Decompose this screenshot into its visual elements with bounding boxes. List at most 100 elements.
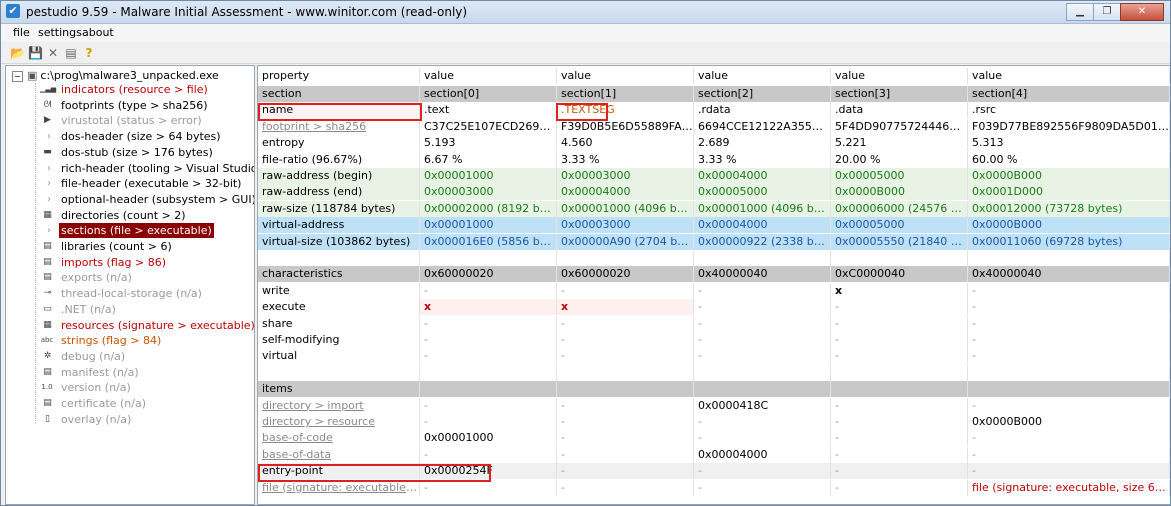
table-row[interactable]: entry-point 0x0000254F - - - - [258, 463, 1170, 480]
tree-item-label: dos-header (size > 64 bytes) [61, 130, 221, 144]
tree-item-label: dos-stub (size > 176 bytes) [61, 145, 213, 159]
value-cell: x [831, 282, 968, 299]
help-icon[interactable]: ? [82, 46, 96, 60]
value-cell: 0x00004000 [557, 184, 694, 201]
maximize-button[interactable]: ❐ [1093, 3, 1121, 21]
value-cell: - [420, 348, 557, 365]
table-row[interactable]: section section[0] section[1] section[2] sec… [258, 86, 1170, 102]
value-cell: 0x40000040 [968, 266, 1170, 283]
table-row[interactable]: virtual - - - - - [258, 348, 1170, 365]
value-cell: x [420, 299, 557, 316]
value-cell: - [968, 282, 1170, 299]
value-cell: 0x00004000 [694, 168, 831, 184]
table-row[interactable]: share - - - - - [258, 315, 1170, 332]
table-row[interactable]: base-of-data - -0x00004000- - [258, 446, 1170, 463]
value-cell: 0x00000922 (2338 bytes) [694, 233, 831, 250]
property-cell: virtual-size (103862 bytes) [258, 233, 420, 250]
value-cell: value [557, 68, 694, 84]
property-cell: file (signature: executable, size 69... [258, 479, 420, 496]
property-cell: raw-address (begin) [258, 168, 420, 184]
value-cell: - [694, 479, 831, 496]
value-cell: - [694, 348, 831, 365]
table-row[interactable] [258, 250, 1170, 266]
value-cell [968, 250, 1170, 266]
title-bar: ✔ pestudio 9.59 - Malware Initial Assess… [1, 1, 1170, 24]
value-cell [831, 381, 968, 398]
menu-file[interactable]: file [13, 26, 30, 39]
save-icon[interactable]: 💾 [28, 46, 43, 60]
value-cell: 0x00012000 (73728 bytes) [968, 200, 1170, 217]
table-row[interactable]: directory > resource - - - -0x0000B000 [258, 414, 1170, 430]
value-cell: - [557, 446, 694, 463]
table-row[interactable]: virtual-address 0x00001000 0x00003000 0x000… [258, 217, 1170, 234]
tree-item-label: version (n/a) [61, 381, 131, 395]
value-cell: - [968, 446, 1170, 463]
collapse-icon[interactable]: − [12, 71, 23, 82]
menu-about[interactable]: about [82, 26, 114, 39]
tree-item-label: footprints (type > sha256) [61, 98, 208, 112]
table-row[interactable]: file-ratio (96.67%) 6.67 % 3.33 % 3.33 % 20.… [258, 151, 1170, 168]
window-title: pestudio 9.59 - Malware Initial Assessme… [26, 5, 468, 19]
chevron-icon: › [47, 193, 51, 205]
table-row[interactable]: execute x x - - - [258, 299, 1170, 316]
table-row[interactable]: raw-size (118784 bytes) 0x00002000 (8192 … [258, 200, 1170, 217]
value-cell: - [968, 397, 1170, 414]
value-cell: F39D0B5E6D55889FAFC1E... [557, 118, 694, 135]
minimize-button[interactable]: ▁ [1066, 3, 1094, 21]
value-cell: .data [831, 102, 968, 119]
value-cell: section[2] [694, 86, 831, 102]
tree-item-label: directories (count > 2) [61, 208, 186, 222]
exe-icon: ▣ [27, 69, 38, 82]
dos-icon: ▬ [43, 146, 52, 157]
dotnet-icon: ▭ [43, 303, 52, 314]
table-row[interactable]: base-of-code 0x00001000- - - - [258, 430, 1170, 447]
tree-item-label: imports (flag > 86) [61, 255, 166, 269]
table-row[interactable]: self-modifying - - - - - [258, 332, 1170, 348]
value-cell: - [420, 414, 557, 430]
table-row[interactable]: footprint > sha256C37C25E107ECD2695076..… [258, 118, 1170, 135]
value-cell: - [694, 414, 831, 430]
table-row[interactable]: write - - - x - [258, 282, 1170, 299]
table-row[interactable]: directory > import - -0x0000418C - - [258, 397, 1170, 414]
table-row[interactable]: raw-address (begin) 0x00001000 0x00003000 0… [258, 168, 1170, 184]
close-file-icon[interactable]: ✕ [46, 46, 60, 60]
open-icon[interactable]: 📂 [10, 46, 25, 60]
value-cell: - [420, 446, 557, 463]
thread-icon: ⊸ [43, 288, 52, 299]
table-row[interactable]: items [258, 381, 1170, 398]
value-cell: - [831, 414, 968, 430]
property-cell: directory > resource [258, 414, 420, 430]
table-row[interactable]: file (signature: executable, size 69... -… [258, 479, 1170, 496]
tree-root[interactable]: − ▣ c:\prog\malware3_unpacked.exe [12, 69, 219, 83]
table-row[interactable]: raw-address (end) 0x00003000 0x00004000 0x0… [258, 184, 1170, 201]
bug-icon: ✲ [43, 350, 52, 361]
value-cell: - [557, 348, 694, 365]
table-row[interactable]: characteristics 0x60000020 0x60000020 0x400… [258, 266, 1170, 283]
property-cell: virtual-address [258, 217, 420, 234]
value-cell [831, 250, 968, 266]
table-row[interactable]: entropy 5.193 4.560 2.689 5.221 5.313 [258, 135, 1170, 152]
value-cell: value [968, 68, 1170, 84]
value-cell: 0x00000A90 (2704 bytes) [557, 233, 694, 250]
table-row[interactable]: virtual-size (103862 bytes) 0x000016E0 (5… [258, 233, 1170, 250]
tree-item-label: libraries (count > 6) [61, 240, 172, 253]
tree-item-label: file-header (executable > 32-bit) [61, 177, 242, 191]
chevron-icon: › [47, 178, 51, 190]
document-icon[interactable]: ▤ [64, 46, 78, 60]
value-cell: 0x00002000 (8192 bytes) [420, 200, 557, 217]
value-cell: 0x00005550 (21840 bytes) [831, 233, 968, 250]
menu-settings[interactable]: settings [38, 26, 82, 39]
table-row[interactable] [258, 364, 1170, 381]
table-row[interactable]: name .text .TEXTSEG .rdata .data .rsrc [258, 102, 1170, 119]
property-cell: execute [258, 299, 420, 316]
value-cell [557, 364, 694, 381]
value-cell: 0x0000418C [694, 397, 831, 414]
close-button[interactable]: ✕ [1120, 3, 1164, 21]
value-cell: F039D77BE892556F9809DA5D015A3B136... [968, 118, 1170, 135]
value-cell: - [831, 332, 968, 348]
value-cell: .rdata [694, 102, 831, 119]
version-icon: 1.0 [41, 383, 53, 392]
value-cell: - [557, 430, 694, 447]
tree-panel: − ▣ c:\prog\malware3_unpacked.exe ▁▃▅ indic… [5, 65, 255, 505]
property-cell: self-modifying [258, 332, 420, 348]
